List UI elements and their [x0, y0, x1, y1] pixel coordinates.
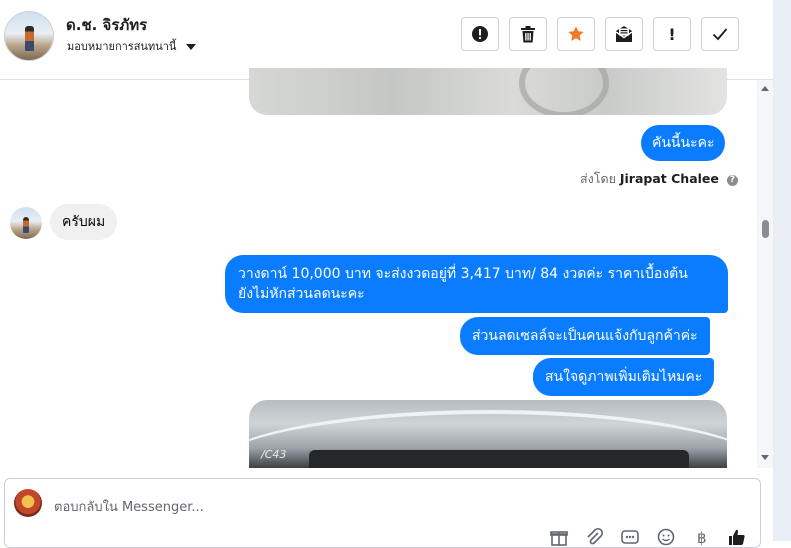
check-icon [712, 28, 728, 41]
message-text: ส่วนลดเซลล์จะเป็นคนแจ้งกับลูกค้าค่ะ [472, 328, 698, 344]
emoji-icon[interactable] [656, 527, 676, 547]
help-icon[interactable]: ? [726, 175, 738, 186]
saved-reply-icon[interactable] [620, 527, 640, 547]
like-icon[interactable] [727, 527, 747, 547]
scroll-up-icon[interactable] [761, 86, 769, 91]
exclamation-icon: ! [668, 24, 676, 44]
sent-by-label: ส่งโดย Jirapat Chalee ? [580, 169, 738, 189]
alert-circle-icon [472, 26, 488, 42]
message-text: คันนี้นะคะ [652, 135, 715, 151]
sent-by-prefix: ส่งโดย [580, 171, 616, 186]
message-text: ครับผม [62, 214, 106, 230]
car-interior-image [309, 450, 689, 468]
star-button[interactable] [557, 17, 595, 51]
envelope-icon [615, 26, 633, 42]
contact-name[interactable]: ด.ช. จิรภัทร [66, 13, 147, 37]
trash-icon [521, 25, 535, 42]
delete-button[interactable] [509, 17, 547, 51]
photo-attachment[interactable]: /C43 [249, 400, 727, 468]
side-panel-edge [773, 0, 791, 541]
message-text-line-2: ยังไม่หักส่วนลดนะคะ [238, 286, 365, 302]
outgoing-message[interactable]: วางดาน์ 10,000 บาท จะส่งงวดอยู่ที่ 3,417… [225, 255, 728, 313]
outgoing-message[interactable]: ส่วนลดเซลล์จะเป็นคนแจ้งกับลูกค้าค่ะ [460, 317, 710, 355]
attachment-icon[interactable] [584, 527, 604, 547]
reply-input[interactable]: ตอบกลับใน Messenger... [54, 496, 204, 517]
sender-name: Jirapat Chalee [619, 171, 719, 186]
mark-done-button[interactable] [701, 17, 739, 51]
mark-unread-button[interactable] [605, 17, 643, 51]
message-text: สนใจดูภาพเพิ่มเติมไหมคะ [545, 369, 703, 385]
message-text-line-1: วางดาน์ 10,000 บาท จะส่งงวดอยู่ที่ 3,417… [238, 266, 688, 282]
reply-composer: ตอบกลับใน Messenger... ฿ [4, 478, 761, 548]
scrollbar[interactable] [757, 80, 773, 468]
baht-icon[interactable]: ฿ [692, 527, 712, 547]
gift-icon[interactable] [549, 527, 569, 547]
mark-spam-button[interactable] [461, 17, 499, 51]
assign-label: มอบหมายการสนทนานี้ [67, 40, 177, 53]
caret-down-icon [185, 44, 196, 50]
page-avatar [14, 489, 42, 517]
star-icon [568, 26, 584, 41]
assign-conversation-dropdown[interactable]: มอบหมายการสนทนานี้ [67, 37, 196, 55]
scroll-down-icon[interactable] [761, 455, 769, 460]
photo-stamp: /C43 [261, 448, 287, 461]
follow-up-button[interactable]: ! [653, 17, 691, 51]
outgoing-message[interactable]: สนใจดูภาพเพิ่มเติมไหมคะ [533, 358, 715, 396]
photo-attachment[interactable] [249, 68, 727, 115]
contact-avatar-small [10, 207, 42, 239]
incoming-message[interactable]: ครับผม [50, 204, 118, 240]
outgoing-message[interactable]: คันนี้นะคะ [641, 125, 726, 161]
svg-text:฿: ฿ [697, 529, 707, 547]
scrollbar-thumb[interactable] [762, 220, 769, 238]
car-wheel-image [519, 68, 609, 115]
contact-avatar[interactable] [4, 11, 54, 61]
